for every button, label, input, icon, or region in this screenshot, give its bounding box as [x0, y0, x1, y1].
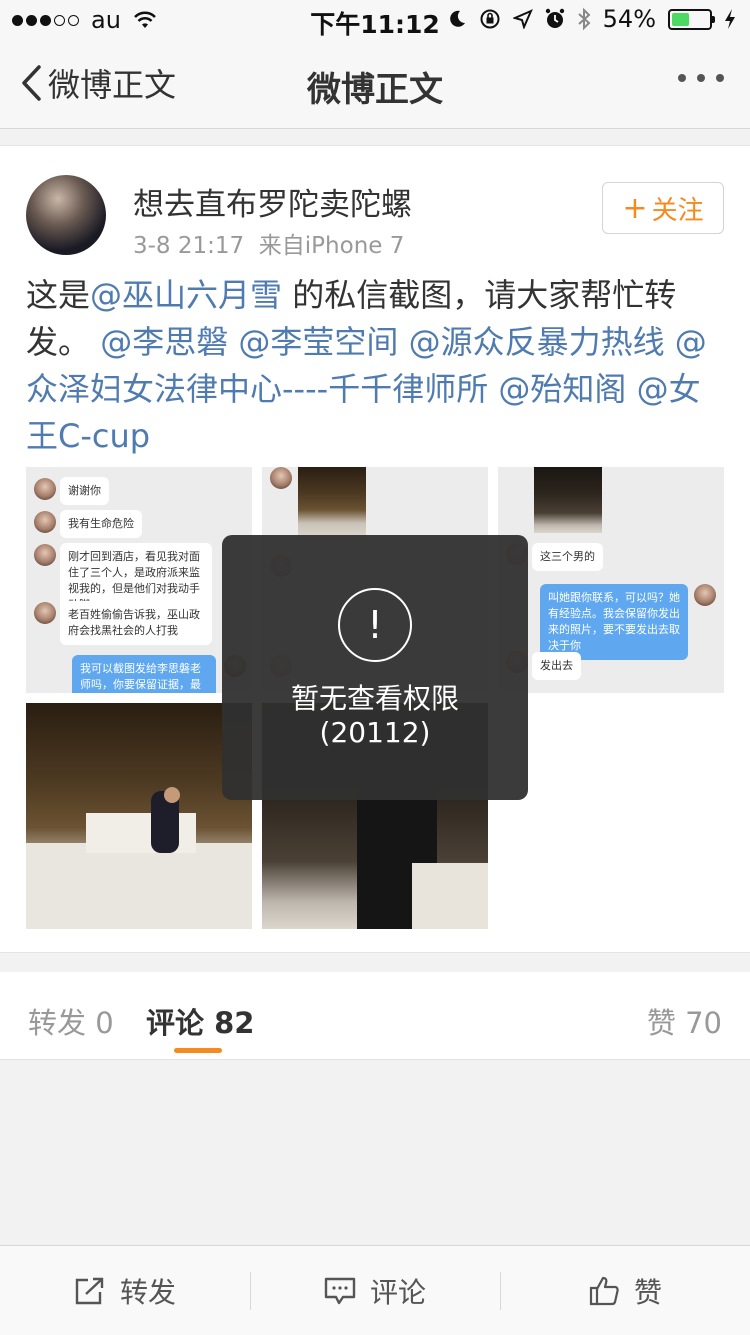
mention-link[interactable]: @李思磐: [100, 323, 228, 361]
post-text-segment: [665, 323, 675, 361]
chat-bubble: 这三个男的: [532, 543, 603, 571]
plus-icon: +: [622, 190, 648, 226]
bottom-toolbar: 转发 评论 赞: [0, 1245, 750, 1335]
follow-button[interactable]: + 关注: [602, 182, 724, 234]
more-options-button[interactable]: [678, 74, 724, 82]
post-text-segment: [488, 370, 498, 408]
post-date: 3-8 21:17: [133, 233, 245, 259]
post-card: 想去直布罗陀卖陀螺 3-8 21:17 来自iPhone 7 + 关注 这是@巫…: [0, 145, 750, 953]
permission-toast: ! 暂无查看权限 (20112): [222, 535, 528, 800]
post-text: 这是@巫山六月雪 的私信截图，请大家帮忙转发。 @李思磐 @李莹空间 @源众反暴…: [26, 272, 726, 460]
mention-link[interactable]: @李莹空间: [238, 323, 398, 361]
tab-likes[interactable]: 赞 70: [647, 1000, 722, 1042]
status-right: 54%: [447, 5, 736, 33]
mention-link[interactable]: @源众反暴力热线: [409, 323, 665, 361]
location-icon: [512, 9, 533, 29]
more-dot-icon: [716, 74, 724, 82]
follow-label: 关注: [651, 195, 704, 226]
charging-icon: [725, 9, 735, 29]
chat-bubble: 老百姓偷偷告诉我，巫山政府会找黑社会的人打我: [60, 601, 212, 645]
bluetooth-icon: [577, 7, 591, 31]
post-photo-3[interactable]: 这三个男的 叫她跟你联系，可以吗？她有经验点。我会保留你发出来的照片，要不要发出…: [498, 467, 724, 693]
page-title: 微博正文: [307, 70, 443, 110]
toast-code: (20112): [319, 716, 431, 749]
mention-link[interactable]: @巫山六月雪: [90, 276, 282, 314]
repost-button[interactable]: 转发: [0, 1246, 250, 1335]
post-source: 来自iPhone 7: [258, 233, 405, 259]
thumbs-up-icon: [589, 1276, 619, 1305]
chat-bubble: 我有生命危险: [60, 510, 142, 538]
post-text-segment: [228, 323, 238, 361]
comment-icon: [324, 1277, 356, 1304]
interaction-tabs: 转发 0 评论 82 赞 70: [0, 972, 750, 1060]
username[interactable]: 想去直布罗陀卖陀螺: [133, 179, 412, 224]
battery-percent: 54%: [602, 5, 656, 33]
toast-message-block: 暂无查看权限 (20112): [222, 682, 528, 750]
more-dot-icon: [697, 74, 705, 82]
tab-repost[interactable]: 转发 0: [28, 1000, 114, 1042]
like-button[interactable]: 赞: [500, 1246, 750, 1335]
status-bar: au 下午11:12 54%: [0, 0, 750, 40]
nav-bar: 微博正文 微博正文: [0, 40, 750, 129]
post-meta: 3-8 21:17 来自iPhone 7: [133, 226, 404, 260]
exclamation-icon: !: [338, 588, 412, 662]
chat-bubble: 发出去: [532, 652, 581, 680]
tab-comments[interactable]: 评论 82: [146, 1000, 254, 1042]
alarm-icon: [545, 8, 564, 28]
repost-label: 转发: [119, 1275, 176, 1309]
more-dot-icon: [678, 74, 686, 82]
like-label: 赞: [633, 1275, 662, 1309]
chat-bubble: 谢谢你: [60, 477, 109, 505]
comment-label: 评论: [369, 1275, 426, 1309]
active-tab-indicator: [174, 1048, 222, 1053]
mention-link[interactable]: @殆知阁: [498, 370, 626, 408]
post-text-segment: [398, 323, 408, 361]
moon-icon: [449, 10, 465, 27]
comment-button[interactable]: 评论: [250, 1246, 500, 1335]
battery-icon: [668, 8, 715, 30]
post-photo-4[interactable]: [26, 703, 252, 929]
chat-bubble: 我可以截图发给李思磐老师吗，你要保留证据，最好有录像或者照片，人身安全最重要: [72, 655, 216, 693]
toast-message: 暂无查看权限: [290, 682, 459, 715]
avatar[interactable]: [26, 175, 106, 255]
rotation-lock-icon: [480, 9, 500, 29]
share-icon: [75, 1277, 104, 1304]
post-text-segment: 这是: [26, 276, 91, 314]
post-text-segment: [626, 370, 636, 408]
post-photo-1[interactable]: 谢谢你 我有生命危险 刚才回到酒店，看见我对面住了三个人，是政府派来监视我的，但…: [26, 467, 252, 693]
chat-bubble: 叫她跟你联系，可以吗？她有经验点。我会保留你发出来的照片，要不要发出去取决于你: [540, 584, 688, 660]
